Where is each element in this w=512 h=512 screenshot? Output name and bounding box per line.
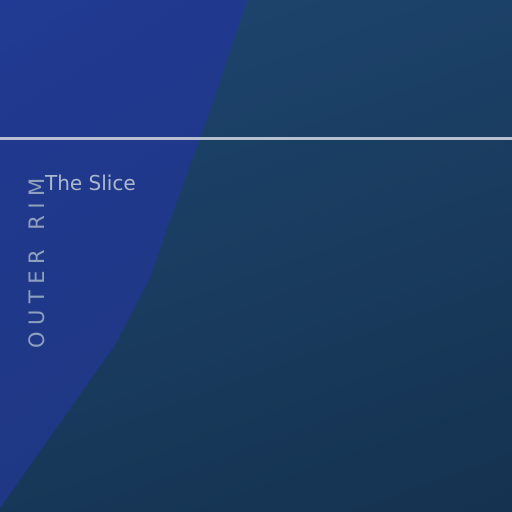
cover-canvas: OUTER RIM The Slice <box>0 0 512 512</box>
subtitle: The Slice <box>45 171 136 195</box>
vertical-title: OUTER RIM <box>25 171 49 348</box>
horizontal-divider-line <box>0 137 512 140</box>
slice-shape <box>0 0 247 508</box>
